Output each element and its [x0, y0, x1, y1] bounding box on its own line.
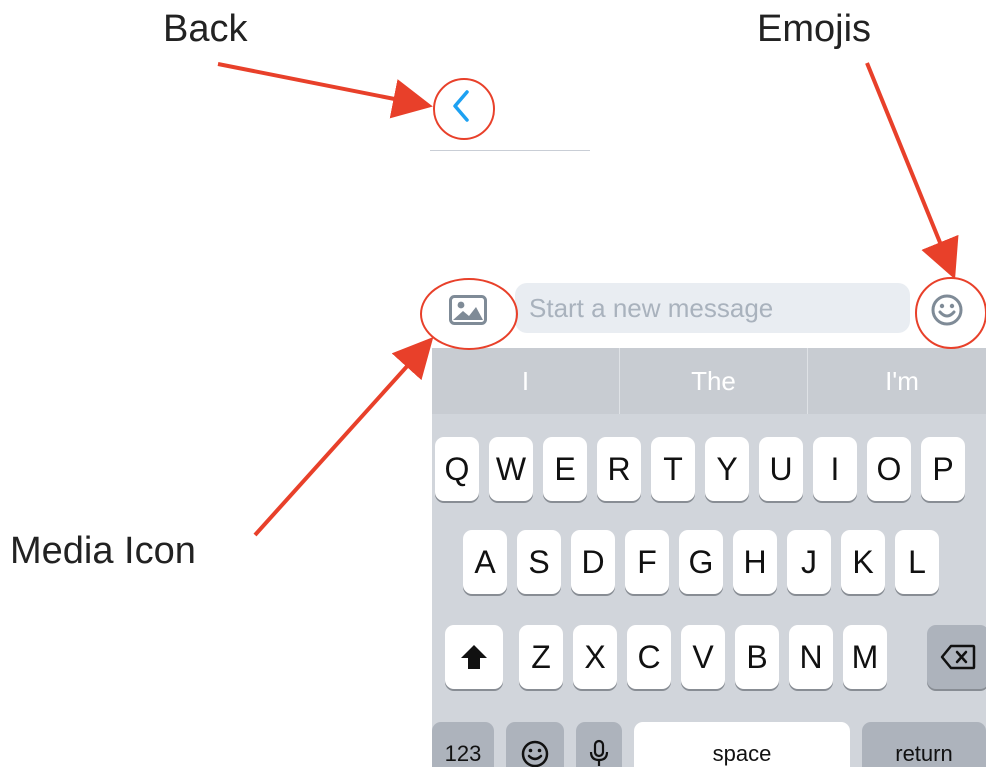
smiley-icon — [521, 740, 549, 767]
key-f[interactable]: F — [625, 530, 669, 594]
key-b[interactable]: B — [735, 625, 779, 689]
shift-key[interactable] — [445, 625, 503, 689]
key-z[interactable]: Z — [519, 625, 563, 689]
key-v[interactable]: V — [681, 625, 725, 689]
key-q[interactable]: Q — [435, 437, 479, 501]
key-n[interactable]: N — [789, 625, 833, 689]
key-x[interactable]: X — [573, 625, 617, 689]
key-t[interactable]: T — [651, 437, 695, 501]
message-input[interactable] — [515, 283, 910, 333]
delete-key[interactable] — [927, 625, 986, 689]
microphone-icon — [589, 739, 609, 766]
key-k[interactable]: K — [841, 530, 885, 594]
prediction-item[interactable]: I — [432, 348, 620, 414]
key-d[interactable]: D — [571, 530, 615, 594]
key-o[interactable]: O — [867, 437, 911, 501]
annotation-back-label: Back — [163, 8, 248, 50]
emoji-highlight-ring — [915, 277, 986, 349]
media-highlight-ring — [420, 278, 518, 350]
key-g[interactable]: G — [679, 530, 723, 594]
shift-arrow-icon — [461, 645, 487, 669]
emoji-keyboard-key[interactable] — [506, 722, 564, 767]
key-j[interactable]: J — [787, 530, 831, 594]
key-w[interactable]: W — [489, 437, 533, 501]
key-m[interactable]: M — [843, 625, 887, 689]
annotation-emojis-label: Emojis — [757, 8, 872, 50]
key-e[interactable]: E — [543, 437, 587, 501]
key-s[interactable]: S — [517, 530, 561, 594]
space-key[interactable]: space — [634, 722, 850, 767]
key-p[interactable]: P — [921, 437, 965, 501]
back-arrow — [217, 62, 433, 119]
key-l[interactable]: L — [895, 530, 939, 594]
key-a[interactable]: A — [463, 530, 507, 594]
nav-divider — [430, 150, 590, 151]
key-y[interactable]: Y — [705, 437, 749, 501]
key-u[interactable]: U — [759, 437, 803, 501]
key-r[interactable]: R — [597, 437, 641, 501]
key-c[interactable]: C — [627, 625, 671, 689]
prediction-item[interactable]: I'm — [808, 348, 986, 414]
return-key[interactable]: return — [862, 722, 986, 767]
prediction-item[interactable]: The — [620, 348, 808, 414]
keyboard: I The I'm Q W E R T Y U I O P A S D F G … — [432, 348, 986, 767]
numbers-key[interactable]: 123 — [432, 722, 494, 767]
annotation-media-label: Media Icon — [10, 530, 196, 572]
prediction-bar: I The I'm — [432, 348, 986, 414]
back-highlight-ring — [433, 78, 495, 140]
microphone-key[interactable] — [576, 722, 622, 767]
key-i[interactable]: I — [813, 437, 857, 501]
media-arrow — [253, 337, 434, 537]
emojis-arrow — [865, 62, 959, 280]
key-h[interactable]: H — [733, 530, 777, 594]
backspace-icon — [940, 644, 976, 670]
